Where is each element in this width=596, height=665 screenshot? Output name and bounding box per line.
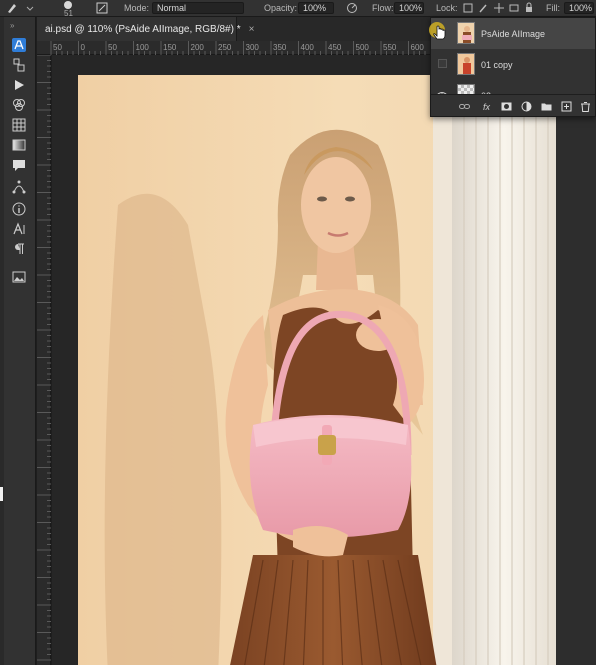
ruler-tick-label: 550	[383, 43, 397, 52]
collapse-toolbar-icon[interactable]: »	[10, 21, 14, 30]
flow-field[interactable]: 100%	[394, 2, 424, 14]
hand-cursor-icon	[428, 21, 450, 43]
ruler-tick-label: 500	[355, 43, 369, 52]
ruler-tick-label: 50	[108, 43, 117, 52]
opacity-field[interactable]: 100%	[298, 2, 334, 14]
opacity-label: Opacity:	[264, 3, 298, 13]
group-folder-icon[interactable]	[541, 101, 552, 112]
ruler-tick-label: 0	[80, 43, 85, 52]
comment-icon[interactable]	[11, 157, 27, 173]
lock-pixels-icon[interactable]	[462, 2, 474, 14]
play-action-icon[interactable]	[11, 77, 27, 93]
lock-all-icon[interactable]	[523, 2, 535, 14]
layer-name: PsAide AIImage	[481, 29, 546, 39]
gradient-tool-icon[interactable]	[11, 137, 27, 153]
layers-panel-footer: fx	[431, 94, 595, 116]
ruler-tick-label: 150	[163, 43, 177, 52]
lock-position-icon[interactable]	[493, 2, 505, 14]
ruler-tick-label: 250	[218, 43, 232, 52]
lock-brush-icon[interactable]	[478, 2, 490, 14]
ruler-tick-label: 200	[190, 43, 204, 52]
document-tab[interactable]: ai.psd @ 110% (PsAide AIImage, RGB/8#) *…	[37, 17, 254, 41]
fill-field[interactable]: 100%	[564, 2, 594, 14]
foreground-color-swatch[interactable]	[0, 487, 3, 501]
brush-tool-icon[interactable]	[6, 2, 18, 14]
lock-label: Lock:	[436, 3, 458, 13]
vertical-ruler	[37, 54, 51, 665]
mask-icon[interactable]	[501, 101, 512, 112]
layer-visibility-toggle[interactable]	[438, 59, 447, 68]
flow-label: Flow:	[372, 3, 394, 13]
document-canvas[interactable]	[78, 75, 558, 665]
fill-label: Fill:	[546, 3, 560, 13]
image-icon[interactable]	[11, 269, 27, 285]
fx-icon[interactable]: fx	[481, 101, 492, 112]
layer-thumbnail	[457, 53, 475, 75]
ruler-tick-label: 100	[135, 43, 149, 52]
path-tool-icon[interactable]	[11, 179, 27, 195]
color-wheel-icon[interactable]	[11, 97, 27, 113]
clone-stamp-tool-icon[interactable]	[11, 57, 27, 73]
chevron-down-icon[interactable]	[24, 2, 36, 14]
ruler-tick-label: 450	[328, 43, 342, 52]
lock-artboard-icon[interactable]	[508, 2, 520, 14]
close-tab-icon[interactable]: ×	[249, 24, 255, 35]
document-tab-title: ai.psd @ 110% (PsAide AIImage, RGB/8#) *	[45, 23, 241, 35]
ruler-tick-label: 300	[245, 43, 259, 52]
ai-assistant-tool-icon[interactable]	[11, 37, 27, 53]
pressure-opacity-icon[interactable]	[346, 2, 358, 14]
layers-panel: PsAide AIImage 01 copy 02 fx	[430, 17, 596, 117]
layer-name: 01 copy	[481, 60, 513, 70]
ruler-tick-label: 600	[410, 43, 424, 52]
document-tabbar: ai.psd @ 110% (PsAide AIImage, RGB/8#) *…	[37, 17, 430, 41]
grid-icon[interactable]	[11, 117, 27, 133]
toolbar-edge	[0, 17, 4, 665]
adjustment-icon[interactable]	[521, 101, 532, 112]
ruler-tick-label: 400	[300, 43, 314, 52]
brush-settings-icon[interactable]	[96, 2, 108, 14]
ruler-tick-label: 350	[273, 43, 287, 52]
new-layer-icon[interactable]	[561, 101, 572, 112]
paragraph-icon[interactable]	[11, 241, 27, 257]
options-bar: 51 Mode: Normal Opacity: 100% Flow: 100%…	[0, 0, 596, 18]
photo-woman-with-pink-handbag	[78, 75, 558, 665]
layer-thumbnail	[457, 22, 475, 44]
info-icon[interactable]	[11, 201, 27, 217]
link-layers-icon[interactable]	[459, 101, 470, 112]
mode-select[interactable]: Normal	[152, 2, 244, 14]
canvas-area[interactable]	[52, 55, 596, 665]
canvas-right-edge	[556, 55, 596, 665]
character-tool-icon[interactable]	[11, 221, 27, 237]
trash-icon[interactable]	[580, 101, 591, 112]
layer-row-psaide-aiimage[interactable]: PsAide AIImage	[431, 18, 595, 49]
mode-label: Mode:	[124, 3, 150, 13]
ruler-tick-label: 50	[53, 43, 62, 52]
tools-panel: »	[0, 17, 36, 665]
layer-row-01-copy[interactable]: 01 copy	[431, 49, 595, 80]
vertical-ruler-ticks	[37, 54, 51, 661]
